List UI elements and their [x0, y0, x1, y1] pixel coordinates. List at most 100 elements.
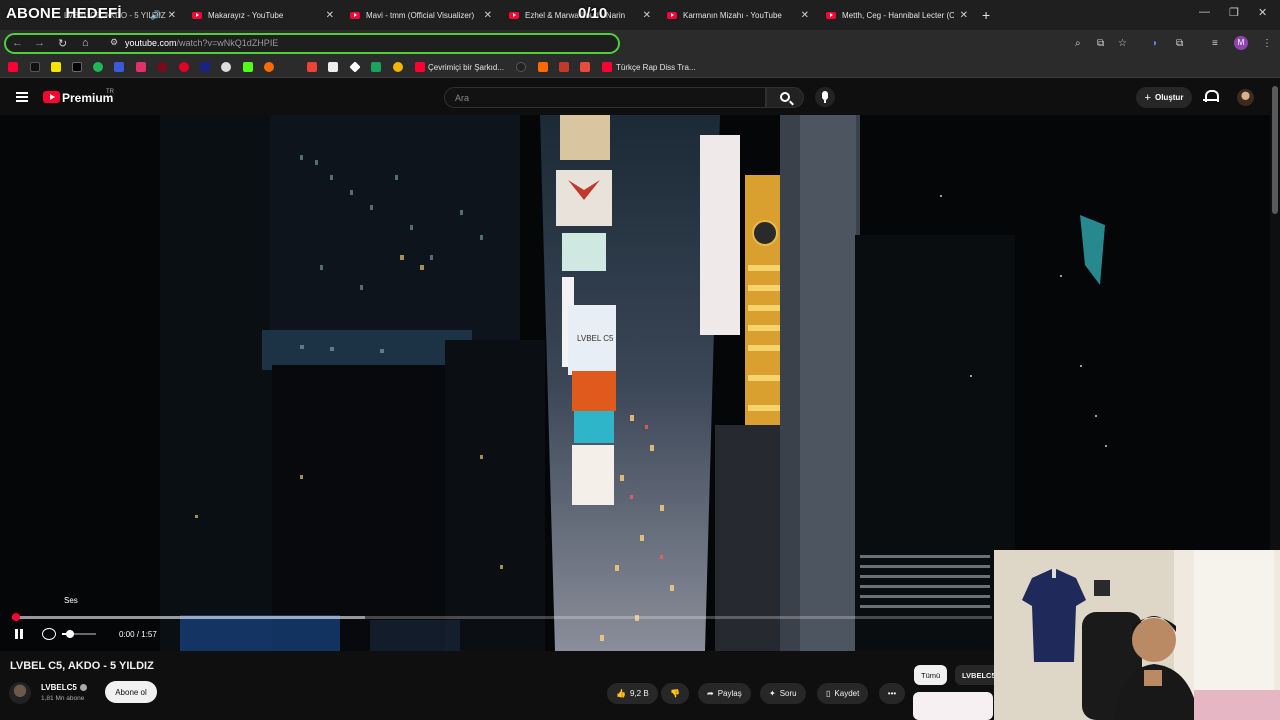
close-tab-icon[interactable]: ✕ [326, 10, 334, 21]
tab-makarayiz[interactable]: Makarayız - YouTube ✕ [192, 4, 334, 26]
bookmark-youtube-icon[interactable] [415, 62, 425, 72]
region-code: TR [106, 89, 114, 95]
speaker-icon[interactable]: 🔊 [150, 10, 161, 21]
tab-karmanin[interactable]: Karmanın Mizahı - YouTube ✕ [667, 4, 809, 26]
bookmark-gmail-icon[interactable] [307, 62, 317, 72]
close-window-icon[interactable]: ✕ [1258, 6, 1267, 19]
new-tab-icon[interactable]: + [982, 7, 990, 23]
plus-icon: + [1144, 91, 1151, 104]
bookmark-tiktok-icon[interactable] [30, 62, 40, 72]
voice-search-mic-icon[interactable] [815, 87, 835, 107]
bookmark-label[interactable]: Çevrimiçi bir Şarkıd... [428, 63, 504, 72]
install-app-icon[interactable]: ⧉ [1097, 38, 1104, 49]
close-tab-icon[interactable]: ✕ [801, 10, 809, 21]
zoom-icon[interactable]: ⌕ [1075, 38, 1081, 49]
notifications-bell-icon[interactable] [1203, 90, 1219, 102]
bookmark-star-icon[interactable]: ☆ [1118, 38, 1127, 49]
search-input[interactable]: Ara [444, 87, 766, 108]
channel-name-text: LVBELC5 [41, 683, 77, 692]
channel-name[interactable]: LVBELC5 [41, 683, 87, 692]
hamburger-menu-icon[interactable] [16, 92, 28, 102]
recommended-video-thumbnail[interactable] [913, 692, 993, 720]
volume-tooltip: Ses [64, 596, 78, 605]
back-icon[interactable]: ← [12, 37, 23, 49]
search-button[interactable] [766, 87, 804, 108]
bookmark-red-square-icon[interactable] [580, 62, 590, 72]
webcam-image [994, 550, 1280, 720]
streamer-webcam [994, 550, 1280, 720]
pause-icon[interactable] [14, 629, 24, 639]
tab-mavi[interactable]: Mavi - tmm (Official Visualizer) ✕ [350, 4, 492, 26]
progress-bar[interactable] [12, 616, 992, 619]
share-button[interactable]: ➦ Paylaş [698, 683, 751, 704]
create-button[interactable]: + Oluştur [1136, 87, 1192, 108]
bookmark-white-icon[interactable] [328, 62, 338, 72]
bookmark-star-orange-icon[interactable] [538, 62, 548, 72]
reload-icon[interactable]: ↻ [58, 37, 67, 50]
bookmark-green-icon[interactable] [371, 62, 381, 72]
save-label: Kaydet [834, 689, 860, 698]
subscribe-button[interactable]: Abone ol [105, 681, 157, 703]
bookmark-github-icon[interactable] [221, 62, 231, 72]
volume-icon[interactable] [42, 628, 56, 640]
chip-all[interactable]: Tümü [914, 665, 948, 685]
browser-profile-avatar[interactable]: M [1234, 36, 1248, 50]
bookmark-instagram-icon[interactable] [136, 62, 146, 72]
bookmark-spotify-icon[interactable] [93, 62, 103, 72]
home-icon[interactable]: ⌂ [82, 37, 89, 49]
time-display: 0:00 / 1:57 [119, 630, 157, 639]
bookmark-red-icon[interactable] [157, 62, 167, 72]
site-info-icon[interactable]: ⚙ [110, 37, 118, 48]
bookmark-dark-icon[interactable] [516, 62, 526, 72]
tab-title: Mavi - tmm (Official Visualizer) [366, 10, 475, 20]
page-scrollbar[interactable] [1272, 86, 1278, 214]
channel-avatar[interactable] [9, 682, 31, 704]
media-controls-icon[interactable]: ≡ [1212, 38, 1218, 49]
more-actions-button[interactable]: ••• [879, 683, 905, 704]
close-tab-icon[interactable]: ✕ [643, 10, 651, 21]
bookmark-red-square-icon[interactable] [559, 62, 569, 72]
bookmark-label[interactable]: Türkçe Rap Diss Tra... [616, 63, 696, 72]
bookmark-yellow-icon[interactable] [393, 62, 403, 72]
bookmark-slash-icon[interactable] [286, 62, 296, 72]
address-url[interactable]: youtube.com/watch?v=wNkQ1dZHPIE [125, 38, 278, 48]
bookmark-s-icon[interactable] [51, 62, 61, 72]
browser-menu-icon[interactable]: ⋮ [1262, 38, 1272, 49]
close-tab-icon[interactable]: ✕ [484, 10, 492, 21]
ask-button[interactable]: ✦ Soru [760, 683, 806, 704]
stream-overlay-title: ABONE HEDEFİ [6, 5, 122, 22]
bookmark-pinterest-icon[interactable] [179, 62, 189, 72]
bookmark-dark-blue-icon[interactable] [200, 62, 210, 72]
tab-metth[interactable]: Metth, Ceg - Hannibal Lecter (Of ✕ [826, 4, 968, 26]
bookmark-kick-icon[interactable] [243, 62, 253, 72]
url-domain: youtube.com [125, 38, 177, 48]
audio-extension-icon[interactable]: ◗ [1152, 38, 1158, 49]
youtube-favicon-icon [509, 11, 519, 19]
save-button[interactable]: ▯ Kaydet [817, 683, 869, 704]
more-dots-icon: ••• [887, 689, 897, 698]
address-bar[interactable] [4, 33, 620, 54]
tab-title: Metth, Ceg - Hannibal Lecter (Of [842, 10, 954, 20]
forward-icon[interactable]: → [34, 37, 45, 49]
thumbs-down-icon: 👎 [670, 689, 680, 698]
bookmark-orange-icon[interactable] [264, 62, 274, 72]
bookmark-youtube-icon[interactable] [602, 62, 612, 72]
youtube-favicon-icon [350, 11, 360, 19]
dislike-button[interactable]: 👎 [661, 683, 689, 704]
close-tab-icon[interactable]: ✕ [960, 10, 968, 21]
close-tab-icon[interactable]: ✕ [168, 10, 176, 21]
restore-icon[interactable]: ❐ [1229, 6, 1239, 19]
bookmark-diamond-icon[interactable] [349, 61, 361, 73]
like-button[interactable]: 👍 9,2 B [607, 683, 658, 704]
bookmark-youtube-icon[interactable] [8, 62, 18, 72]
url-path: /watch?v=wNkQ1dZHPIE [176, 38, 279, 48]
minimize-icon[interactable]: — [1199, 6, 1210, 18]
extensions-icon[interactable]: ⧉ [1176, 38, 1183, 49]
volume-slider-knob[interactable] [66, 630, 74, 638]
user-avatar[interactable] [1237, 89, 1254, 106]
bookmark-x-icon[interactable] [72, 62, 82, 72]
bookmark-blue-icon[interactable] [114, 62, 124, 72]
progress-scrubber[interactable] [12, 613, 20, 621]
youtube-logo-icon[interactable] [43, 91, 60, 103]
youtube-favicon-icon [192, 11, 202, 19]
